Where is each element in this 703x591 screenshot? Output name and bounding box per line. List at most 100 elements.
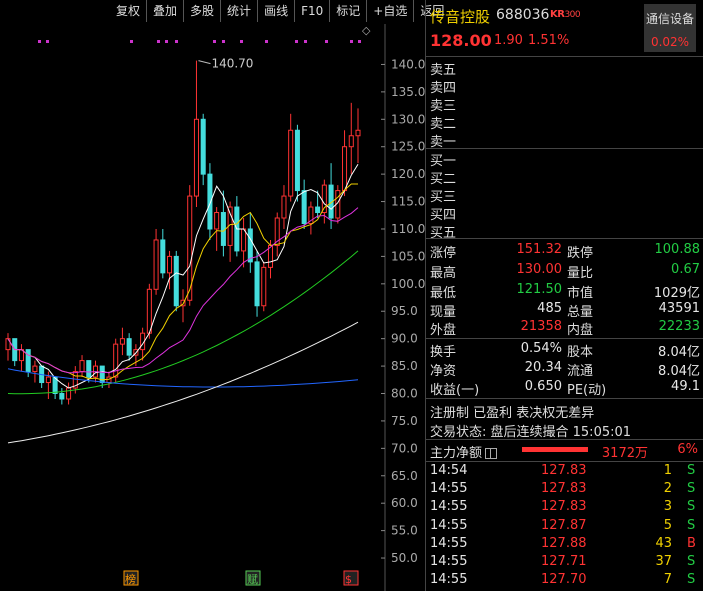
tick-time: 14:55	[430, 554, 468, 569]
stat-label: 总量	[567, 305, 594, 320]
stat-value: 485	[537, 301, 562, 316]
toolbar-btn-6[interactable]: 标记	[329, 0, 366, 22]
quote-panel: 传音控股 688036 KR300 128.00 1.90 1.51% 通信设备…	[425, 0, 703, 591]
stat-label: 市值	[567, 286, 594, 301]
stat-label: 收益(一)	[430, 383, 480, 398]
y-tick-label: 105.0	[391, 249, 425, 263]
toolbar-btn-5[interactable]: F10	[294, 0, 329, 22]
y-tick-label: 115.0	[391, 195, 425, 209]
bid-level-1[interactable]: 买一	[430, 150, 456, 169]
tick-side: S	[687, 517, 696, 533]
y-tick-label: 50.0	[391, 551, 418, 565]
stat-label: 最低	[430, 286, 457, 301]
y-tick-label: 140.0	[391, 57, 425, 71]
candle-body	[25, 349, 31, 373]
trading-status: 交易状态: 盘后连续撮合 15:05:01	[430, 425, 632, 440]
event-marker-dot	[295, 40, 298, 43]
y-tick-label: 130.0	[391, 112, 425, 126]
board-tag-num: 300	[564, 10, 581, 20]
ma60-line	[7, 250, 359, 395]
stat-label: 外盘	[430, 323, 457, 338]
event-marker-dot	[157, 40, 160, 43]
stat-label: 跌停	[567, 246, 594, 261]
toolbar-btn-4[interactable]: 画线	[257, 0, 294, 22]
tick-time: 14:55	[430, 535, 468, 551]
bottom-marker-label: $	[345, 573, 352, 586]
money-flow-value: 3172万	[601, 446, 648, 461]
ask-level-4[interactable]: 卖四	[430, 77, 456, 96]
event-marker-dot	[350, 40, 353, 43]
money-flow-label[interactable]: 主力净额	[430, 442, 498, 461]
money-flow-bar	[522, 447, 588, 452]
divider	[426, 439, 703, 440]
candle-body	[355, 129, 361, 137]
tick-price: 127.88	[541, 535, 587, 551]
ask-level-3[interactable]: 卖三	[430, 95, 456, 114]
event-marker-dot	[213, 40, 216, 43]
tick-price: 127.83	[541, 499, 587, 515]
tick-side: B	[687, 535, 696, 551]
event-marker-dot	[265, 40, 268, 43]
candle-body	[173, 255, 179, 307]
ask-level-2[interactable]: 卖二	[430, 113, 456, 132]
tick-volume: 3	[663, 499, 672, 515]
price-change: 1.90	[494, 33, 523, 48]
info-tags: 注册制 已盈利 表决权无差异	[430, 406, 595, 421]
tick-time: 14:55	[430, 499, 468, 515]
toolbar-btn-3[interactable]: 统计	[220, 0, 257, 22]
tick-volume: 2	[663, 481, 672, 497]
sector-button[interactable]: 通信设备 0.02%	[644, 4, 696, 52]
toolbar-btn-2[interactable]: 多股	[183, 0, 220, 22]
candle-body	[193, 118, 199, 197]
tick-volume: 7	[663, 572, 672, 588]
stat-value: 0.650	[524, 379, 562, 394]
candle-body	[113, 343, 119, 378]
candle-body	[342, 146, 348, 192]
toolbar-btn-7[interactable]: +自选	[366, 0, 413, 22]
bid-level-3[interactable]: 买三	[430, 186, 456, 205]
event-marker-dot	[240, 40, 243, 43]
candle-body	[261, 266, 267, 307]
candle-body	[167, 255, 173, 274]
tick-price: 127.83	[541, 463, 587, 478]
price-change-pct: 1.51%	[528, 33, 570, 48]
divider	[426, 238, 703, 239]
y-tick-label: 70.0	[391, 441, 418, 455]
tick-volume: 37	[655, 554, 672, 569]
stock-name[interactable]: 传音控股	[430, 6, 490, 27]
ask-level-5[interactable]: 卖五	[430, 59, 456, 78]
candle-body	[281, 195, 287, 219]
toolbar-btn-1[interactable]: 叠加	[146, 0, 183, 22]
stat-label: 换手	[430, 345, 457, 360]
candle-body	[119, 338, 125, 345]
stat-label: 流通	[567, 364, 594, 379]
stat-value: 0.54%	[520, 341, 562, 356]
tick-side: S	[687, 572, 696, 588]
tick-side: S	[687, 499, 696, 515]
stat-label: 最高	[430, 266, 457, 281]
tick-price: 127.71	[541, 554, 587, 569]
stat-value: 0.67	[671, 262, 700, 277]
money-flow-pct: 6%	[677, 442, 698, 457]
candle-body	[254, 261, 260, 307]
bid-level-4[interactable]: 买四	[430, 204, 456, 223]
kline-chart[interactable]: 140.0 135.0 130.0 125.0 120.0 115.0 110.0 105.0…	[0, 0, 444, 591]
stat-value: 151.32	[516, 242, 563, 257]
stat-label: PE(动)	[567, 383, 607, 398]
kline-chart-svg[interactable]: 140.0 135.0 130.0 125.0 120.0 115.0 110.0 105.0…	[0, 0, 425, 591]
event-marker-dot	[130, 40, 133, 43]
divider	[426, 398, 703, 399]
sector-pct: 0.02%	[650, 35, 690, 49]
stat-value: 43591	[658, 301, 700, 316]
toolbar-btn-0[interactable]: 复权	[110, 0, 146, 22]
divider	[426, 338, 703, 339]
tick-price: 127.70	[541, 572, 587, 588]
candle-body	[220, 212, 226, 246]
tick-price: 127.87	[541, 517, 587, 533]
ma120-line	[7, 368, 359, 388]
divider	[426, 148, 703, 149]
book-icon	[485, 448, 498, 459]
bid-level-2[interactable]: 买二	[430, 168, 456, 187]
stat-value: 22233	[658, 319, 700, 334]
y-tick-label: 120.0	[391, 167, 425, 181]
